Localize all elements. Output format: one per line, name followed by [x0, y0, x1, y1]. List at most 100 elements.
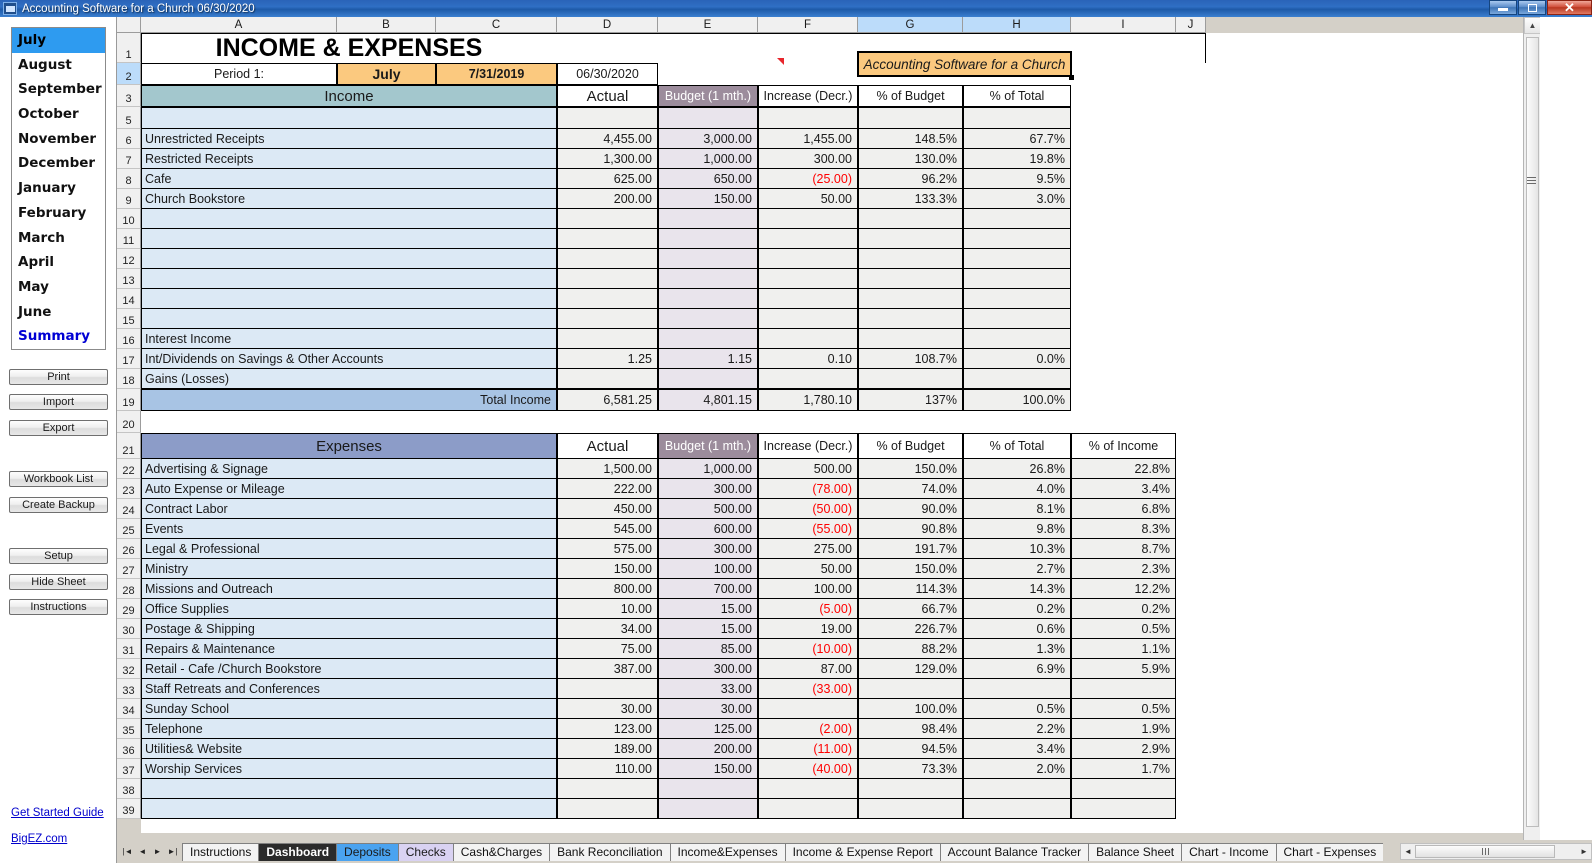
column-header-E[interactable]: E — [658, 17, 758, 33]
link-bigez-com[interactable]: BigEZ.com — [11, 833, 67, 845]
row-header-1[interactable]: 1 — [117, 33, 141, 63]
tab-navigation-buttons[interactable]: |◄◄►►| — [117, 844, 182, 860]
expense-row-budget[interactable]: 150.00 — [658, 759, 758, 779]
row-header-26[interactable]: 26 — [117, 539, 141, 559]
income-row-actual[interactable] — [557, 289, 658, 309]
expense-row-actual[interactable]: 75.00 — [557, 639, 658, 659]
expense-column-header-5[interactable]: % of Income — [1071, 433, 1176, 459]
row-header-13[interactable]: 13 — [117, 269, 141, 289]
expense-row-increase[interactable] — [758, 799, 858, 819]
row-header-27[interactable]: 27 — [117, 559, 141, 579]
income-row-budget[interactable] — [658, 289, 758, 309]
expense-row-increase[interactable]: 19.00 — [758, 619, 858, 639]
expense-row-pct_total[interactable]: 2.0% — [963, 759, 1071, 779]
expense-row-pct_budget[interactable]: 66.7% — [858, 599, 963, 619]
expense-row-label[interactable]: Utilities& Website — [141, 739, 557, 759]
expense-row-pct_total[interactable]: 9.8% — [963, 519, 1071, 539]
income-column-header-2[interactable]: Increase (Decr.) — [758, 85, 858, 107]
expense-column-header-4[interactable]: % of Total — [963, 433, 1071, 459]
expense-row-actual[interactable]: 450.00 — [557, 499, 658, 519]
row-header-17[interactable]: 17 — [117, 349, 141, 369]
income-row-pct_total[interactable] — [963, 209, 1071, 229]
sheet-tab-chart-expenses[interactable]: Chart - Expenses — [1276, 843, 1384, 861]
expense-row-label[interactable]: Office Supplies — [141, 599, 557, 619]
expense-row-budget[interactable]: 300.00 — [658, 539, 758, 559]
workbook-list-button[interactable]: Workbook List — [9, 471, 108, 487]
income-row-budget[interactable] — [658, 229, 758, 249]
income-row-pct_budget[interactable] — [858, 249, 963, 269]
income-row-pct_budget[interactable] — [858, 329, 963, 349]
month-item-september[interactable]: September — [12, 77, 105, 102]
row-header-14[interactable]: 14 — [117, 289, 141, 309]
expense-row-pct_total[interactable]: 2.7% — [963, 559, 1071, 579]
select-all-corner[interactable] — [117, 17, 141, 33]
income-row-pct_budget[interactable] — [858, 229, 963, 249]
income-row-pct_total[interactable] — [963, 369, 1071, 389]
expense-row-label[interactable]: Telephone — [141, 719, 557, 739]
expense-row-label[interactable]: Staff Retreats and Conferences — [141, 679, 557, 699]
expense-row-pct_income[interactable]: 8.7% — [1071, 539, 1176, 559]
income-row-budget[interactable]: 3,000.00 — [658, 129, 758, 149]
income-row-label[interactable] — [141, 289, 557, 309]
expense-row-pct_budget[interactable]: 150.0% — [858, 559, 963, 579]
expense-row-pct_income[interactable]: 0.2% — [1071, 599, 1176, 619]
expense-row-pct_total[interactable]: 8.1% — [963, 499, 1071, 519]
expense-row-actual[interactable] — [557, 799, 658, 819]
expense-row-pct_income[interactable]: 1.7% — [1071, 759, 1176, 779]
income-row-label[interactable]: Interest Income — [141, 329, 557, 349]
income-row-actual[interactable]: 1.25 — [557, 349, 658, 369]
expense-row-increase[interactable]: (11.00) — [758, 739, 858, 759]
income-row-budget[interactable]: 1,000.00 — [658, 149, 758, 169]
income-row-pct_total[interactable] — [963, 329, 1071, 349]
income-row-actual[interactable]: 200.00 — [557, 189, 658, 209]
expense-row-increase[interactable]: (33.00) — [758, 679, 858, 699]
income-row-budget[interactable] — [658, 329, 758, 349]
expense-row-pct_income[interactable]: 12.2% — [1071, 579, 1176, 599]
expense-row-pct_budget[interactable]: 90.8% — [858, 519, 963, 539]
income-row-increase[interactable]: 50.00 — [758, 189, 858, 209]
column-header-H[interactable]: H — [963, 17, 1071, 33]
expense-row-budget[interactable] — [658, 779, 758, 799]
expense-row-label[interactable]: Repairs & Maintenance — [141, 639, 557, 659]
expense-row-increase[interactable]: (40.00) — [758, 759, 858, 779]
expense-row-actual[interactable]: 387.00 — [557, 659, 658, 679]
row-header-11[interactable]: 11 — [117, 229, 141, 249]
income-row-actual[interactable]: 4,455.00 — [557, 129, 658, 149]
row-header-15[interactable]: 15 — [117, 309, 141, 329]
row-header-35[interactable]: 35 — [117, 719, 141, 739]
expense-row-pct_budget[interactable]: 73.3% — [858, 759, 963, 779]
column-header-C[interactable]: C — [436, 17, 557, 33]
row-header-39[interactable]: 39 — [117, 799, 141, 819]
income-row-budget[interactable] — [658, 269, 758, 289]
income-row-actual[interactable] — [557, 329, 658, 349]
expense-row-actual[interactable]: 34.00 — [557, 619, 658, 639]
row-headers[interactable]: 1235678910111213141516171819202122232425… — [117, 33, 141, 819]
expense-row-pct_total[interactable]: 0.2% — [963, 599, 1071, 619]
sheet-tab-dashboard[interactable]: Dashboard — [258, 843, 336, 861]
month-item-june[interactable]: June — [12, 300, 105, 325]
expense-row-label[interactable]: Worship Services — [141, 759, 557, 779]
expense-row-pct_budget[interactable]: 88.2% — [858, 639, 963, 659]
expense-row-pct_budget[interactable]: 226.7% — [858, 619, 963, 639]
income-row-increase[interactable]: 1,455.00 — [758, 129, 858, 149]
income-row-actual[interactable] — [557, 209, 658, 229]
hide-sheet-button[interactable]: Hide Sheet — [9, 574, 108, 590]
total-income-pct_budget[interactable]: 137% — [858, 389, 963, 411]
income-row-label[interactable]: Restricted Receipts — [141, 149, 557, 169]
income-row-label[interactable]: Church Bookstore — [141, 189, 557, 209]
column-header-F[interactable]: F — [758, 17, 858, 33]
expense-row-label[interactable]: Sunday School — [141, 699, 557, 719]
expense-row-pct_budget[interactable] — [858, 799, 963, 819]
column-header-G[interactable]: G — [858, 17, 963, 33]
expense-row-pct_budget[interactable]: 74.0% — [858, 479, 963, 499]
income-row-pct_budget[interactable] — [858, 309, 963, 329]
expense-row-pct_budget[interactable]: 114.3% — [858, 579, 963, 599]
scroll-up-button[interactable]: ▲ — [1524, 17, 1540, 34]
row-header-12[interactable]: 12 — [117, 249, 141, 269]
income-row-increase[interactable]: 0.10 — [758, 349, 858, 369]
expense-row-increase[interactable]: 100.00 — [758, 579, 858, 599]
income-row-pct_budget[interactable]: 96.2% — [858, 169, 963, 189]
expense-row-increase[interactable]: (55.00) — [758, 519, 858, 539]
income-row-pct_total[interactable] — [963, 289, 1071, 309]
period-month-cell[interactable]: July — [337, 63, 436, 85]
